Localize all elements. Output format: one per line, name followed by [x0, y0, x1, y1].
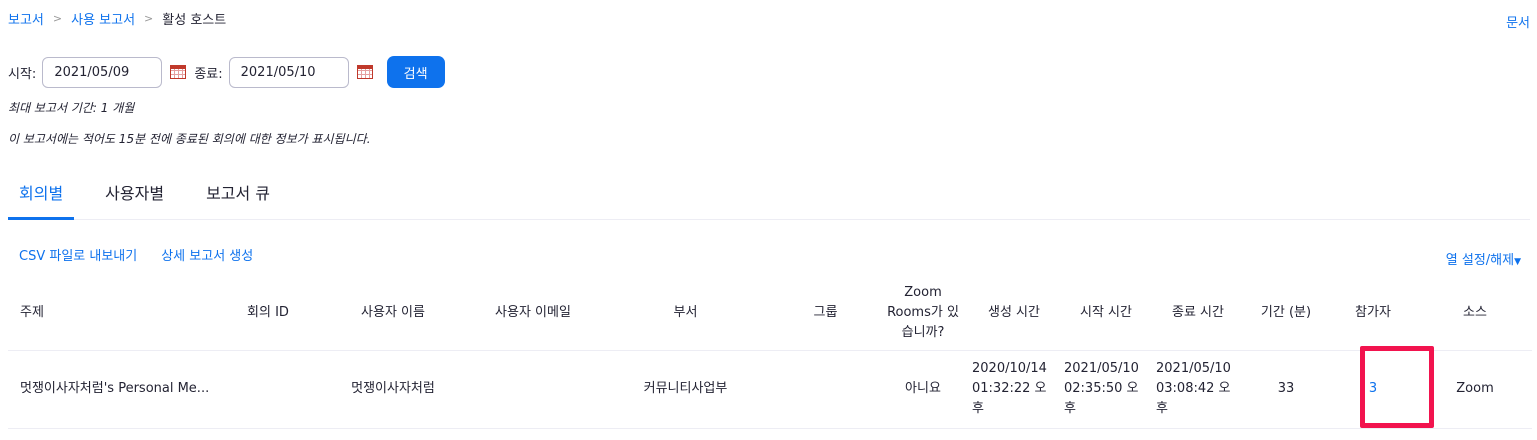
- breadcrumb-usage-reports-link[interactable]: 사용 보고서: [71, 9, 135, 28]
- tab-by-meeting[interactable]: 회의별: [8, 170, 75, 220]
- tab-report-queue[interactable]: 보고서 큐: [195, 170, 281, 220]
- header-meeting-id: 회의 ID: [218, 276, 318, 351]
- table-header-row: 주제 회의 ID 사용자 이름 사용자 이메일 부서 그룹 Zoom Rooms…: [8, 276, 1532, 351]
- header-duration: 기간 (분): [1244, 276, 1328, 351]
- table-row: 멋쟁이사자처럼's Personal Me... 멋쟁이사자처럼 커뮤니티사업부…: [8, 350, 1532, 429]
- header-end-time: 종료 시간: [1152, 276, 1244, 351]
- column-toggle-dropdown[interactable]: 열 설정/해제▼: [1446, 249, 1521, 268]
- header-department: 부서: [598, 276, 773, 351]
- column-toggle-label: 열 설정/해제: [1445, 253, 1515, 268]
- export-csv-link[interactable]: CSV 파일로 내보내기: [19, 245, 137, 264]
- cell-user-email: [468, 350, 598, 429]
- cell-participants: 3: [1328, 350, 1418, 429]
- cell-topic: 멋쟁이사자처럼's Personal Me...: [8, 350, 218, 429]
- participants-link[interactable]: 3: [1369, 381, 1377, 396]
- generate-detail-report-link[interactable]: 상세 보고서 생성: [161, 245, 253, 264]
- cell-created-time: 2020/10/14 01:32:22 오후: [968, 350, 1060, 429]
- header-created-time: 생성 시간: [968, 276, 1060, 351]
- header-user-email: 사용자 이메일: [468, 276, 598, 351]
- header-topic: 주제: [8, 276, 218, 351]
- breadcrumb-separator: >: [52, 12, 63, 25]
- breadcrumb: 보고서 > 사용 보고서 > 활성 호스트: [8, 9, 226, 28]
- cell-department: 커뮤니티사업부: [598, 350, 773, 429]
- documentation-link[interactable]: 문서: [1506, 12, 1530, 31]
- header-user-name: 사용자 이름: [318, 276, 468, 351]
- cell-start-time: 2021/05/10 02:35:50 오후: [1060, 350, 1152, 429]
- calendar-icon[interactable]: [170, 65, 187, 79]
- cell-user-name: 멋쟁이사자처럼: [318, 350, 468, 429]
- breadcrumb-reports-link[interactable]: 보고서: [8, 9, 44, 28]
- cell-group: [773, 350, 878, 429]
- cell-end-time: 2021/05/10 03:08:42 오후: [1152, 350, 1244, 429]
- header-participants: 참가자: [1328, 276, 1418, 351]
- end-date-label: 종료:: [194, 66, 223, 82]
- breadcrumb-separator: >: [144, 12, 154, 25]
- meetings-table: 주제 회의 ID 사용자 이름 사용자 이메일 부서 그룹 Zoom Rooms…: [8, 276, 1532, 429]
- breadcrumb-current: 활성 호스트: [162, 13, 227, 28]
- date-filter-bar: 시작: 종료: 검색: [8, 56, 445, 88]
- cell-meeting-id: [218, 350, 318, 429]
- header-source: 소스: [1418, 276, 1532, 351]
- calendar-icon[interactable]: [356, 65, 373, 79]
- max-period-note: 최대 보고서 기간: 1 개월: [8, 101, 135, 115]
- cell-source: Zoom: [1418, 350, 1532, 429]
- report-info-note: 이 보고서에는 적어도 15분 전에 종료된 회의에 대한 정보가 표시됩니다.: [8, 132, 371, 146]
- tab-by-user[interactable]: 사용자별: [94, 170, 175, 220]
- caret-down-icon: ▼: [1514, 257, 1521, 267]
- report-actions: CSV 파일로 내보내기 상세 보고서 생성: [19, 245, 253, 264]
- header-group: 그룹: [773, 276, 878, 351]
- report-tabs: 회의별 사용자별 보고서 큐: [8, 170, 1530, 220]
- end-date-input[interactable]: [228, 56, 349, 88]
- cell-duration: 33: [1244, 350, 1328, 429]
- header-zoom-rooms: Zoom Rooms가 있습니까?: [878, 276, 968, 351]
- search-button[interactable]: 검색: [386, 56, 445, 88]
- cell-zoom-rooms: 아니요: [878, 350, 968, 429]
- start-date-input[interactable]: [42, 56, 163, 88]
- start-date-label: 시작:: [8, 66, 37, 82]
- header-start-time: 시작 시간: [1060, 276, 1152, 351]
